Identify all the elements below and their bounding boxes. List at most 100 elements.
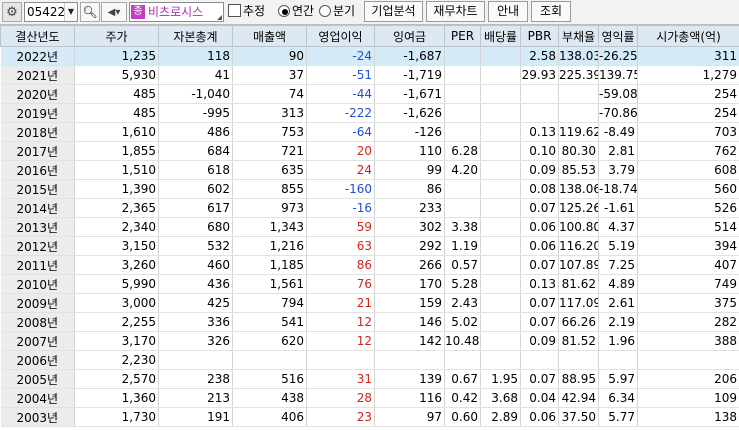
table-cell: [232, 350, 307, 370]
company-analysis-button[interactable]: 기업분석: [364, 1, 423, 22]
table-cell: 139: [374, 369, 445, 389]
column-header[interactable]: 부채율: [558, 25, 599, 47]
table-cell: 99: [374, 160, 445, 180]
quarterly-radio[interactable]: [319, 5, 331, 17]
annual-radio[interactable]: [278, 5, 290, 17]
table-row[interactable]: 2017년 1,855 684 721 20 110 6.28 0.10 80.30 2.81 76…: [0, 141, 739, 161]
table-cell: 608: [637, 160, 739, 180]
table-cell: 74: [232, 84, 307, 104]
table-cell: [444, 65, 481, 85]
table-cell: [480, 65, 521, 85]
table-cell: 302: [374, 217, 445, 237]
column-header[interactable]: 배당률: [480, 25, 521, 47]
table-row[interactable]: 2014년 2,365 617 973 -16 233 0.07 125.26 -1.61 526: [0, 198, 739, 218]
table-cell: [444, 179, 481, 199]
table-cell: 1,561: [232, 274, 307, 294]
table-cell: 1,343: [232, 217, 307, 237]
table-cell: 2,365: [74, 198, 159, 218]
column-header[interactable]: 시가총액(억): [637, 25, 739, 47]
year-cell: 2020년: [0, 84, 75, 104]
table-row[interactable]: 2008년 2,255 336 541 12 146 5.02 0.07 66.26 2.19 28…: [0, 312, 739, 332]
year-cell: 2006년: [0, 350, 75, 370]
settings-gear-icon[interactable]: ⚙: [2, 2, 22, 22]
table-cell: 0.07: [520, 198, 559, 218]
table-cell: [598, 350, 638, 370]
table-cell: [444, 84, 481, 104]
table-cell: 1,730: [74, 407, 159, 427]
table-row[interactable]: 2005년 2,570 238 516 31 139 0.67 1.95 0.07 88.95 5.…: [0, 369, 739, 389]
table-row[interactable]: 2003년 1,730 191 406 23 97 0.60 2.89 0.06 37.50 5.7…: [0, 407, 739, 427]
table-cell: [480, 84, 521, 104]
table-cell: 460: [158, 255, 233, 275]
quarterly-label: 분기: [333, 4, 356, 18]
table-cell: 0.09: [520, 331, 559, 351]
table-cell: -126: [374, 122, 445, 142]
table-cell: 90: [232, 46, 307, 66]
table-cell: [480, 160, 521, 180]
table-cell: 81.52: [558, 331, 599, 351]
table-cell: [480, 236, 521, 256]
company-name: 비츠로시스: [148, 5, 204, 19]
estimate-label: 추정: [243, 4, 266, 18]
table-row[interactable]: 2019년 485 -995 313 -222 -1,626 -70.86 254: [0, 103, 739, 123]
table-cell: 1,610: [74, 122, 159, 142]
table-row[interactable]: 2022년 1,235 118 90 -24 -1,687 2.58 138.03 -26.25…: [0, 46, 739, 66]
company-name-field[interactable]: 종 비츠로시스: [129, 2, 224, 22]
table-cell: 282: [637, 312, 739, 332]
year-cell: 2015년: [0, 179, 75, 199]
stock-code-combo[interactable]: 054220 ▼: [24, 2, 78, 22]
financial-chart-button[interactable]: 재무차트: [426, 1, 485, 22]
table-row[interactable]: 2007년 3,170 326 620 12 142 10.48 0.09 81.52 1.96 3…: [0, 331, 739, 351]
table-cell: [158, 350, 233, 370]
table-cell: -59.08: [598, 84, 638, 104]
table-row[interactable]: 2015년 1,390 602 855 -160 86 0.08 138.06 -18.74 56…: [0, 179, 739, 199]
table-row[interactable]: 2009년 3,000 425 794 21 159 2.43 0.07 117.09 2.61 3…: [0, 293, 739, 313]
guide-button[interactable]: 안내: [488, 1, 528, 22]
column-header[interactable]: 영익률: [598, 25, 638, 47]
table-cell: 541: [232, 312, 307, 332]
table-cell: [480, 122, 521, 142]
table-cell: 485: [74, 84, 159, 104]
table-row[interactable]: 2013년 2,340 680 1,343 59 302 3.38 0.06 100.80 4.3…: [0, 217, 739, 237]
table-cell: 0.06: [520, 217, 559, 237]
table-row[interactable]: 2016년 1,510 618 635 24 99 4.20 0.09 85.53 3.79 608: [0, 160, 739, 180]
table-row[interactable]: 2012년 3,150 532 1,216 63 292 1.19 0.06 116.20 5.1…: [0, 236, 739, 256]
table-cell: 42.94: [558, 388, 599, 408]
column-header[interactable]: 주가: [74, 25, 159, 47]
table-cell: 1.96: [598, 331, 638, 351]
table-cell: 2.89: [480, 407, 521, 427]
column-header[interactable]: 매출액: [232, 25, 307, 47]
table-row[interactable]: 2004년 1,360 213 438 28 116 0.42 3.68 0.04 42.94 6.…: [0, 388, 739, 408]
table-cell: 0.09: [520, 160, 559, 180]
table-cell: [480, 350, 521, 370]
column-header[interactable]: 잉여금: [374, 25, 445, 47]
table-row[interactable]: 2020년 485 -1,040 74 -44 -1,671 -59.08 254: [0, 84, 739, 104]
table-cell: 5.19: [598, 236, 638, 256]
table-row[interactable]: 2006년 2,230: [0, 350, 739, 370]
table-row[interactable]: 2010년 5,990 436 1,561 76 170 5.28 0.13 81.62 4.89…: [0, 274, 739, 294]
column-header[interactable]: 결산년도: [0, 25, 75, 47]
dropdown-arrow-icon[interactable]: ▼: [64, 3, 77, 21]
column-header[interactable]: PER: [444, 25, 481, 47]
table-cell: -1,040: [158, 84, 233, 104]
table-cell: 617: [158, 198, 233, 218]
column-header[interactable]: PBR: [520, 25, 559, 47]
column-header[interactable]: 영업이익: [306, 25, 375, 47]
column-header[interactable]: 자본총계: [158, 25, 233, 47]
search-icon[interactable]: 🔍︎: [80, 2, 100, 22]
table-row[interactable]: 2011년 3,260 460 1,185 86 266 0.57 0.07 107.89 7.2…: [0, 255, 739, 275]
table-cell: 2,340: [74, 217, 159, 237]
table-cell: 170: [374, 274, 445, 294]
table-row[interactable]: 2021년 5,930 41 37 -51 -1,719 29.93 225.39 139.75…: [0, 65, 739, 85]
year-cell: 2003년: [0, 407, 75, 427]
year-cell: 2014년: [0, 198, 75, 218]
query-button[interactable]: 조회: [531, 1, 571, 22]
table-row[interactable]: 2018년 1,610 486 753 -64 -126 0.13 119.62 -8.49 70…: [0, 122, 739, 142]
table-cell: -70.86: [598, 103, 638, 123]
table-cell: 138.03: [558, 46, 599, 66]
table-cell: 1.95: [480, 369, 521, 389]
table-cell: 28: [306, 388, 375, 408]
estimate-checkbox[interactable]: [228, 4, 241, 17]
table-cell: 109: [637, 388, 739, 408]
speaker-menu-icon[interactable]: ◀▾: [101, 2, 127, 22]
